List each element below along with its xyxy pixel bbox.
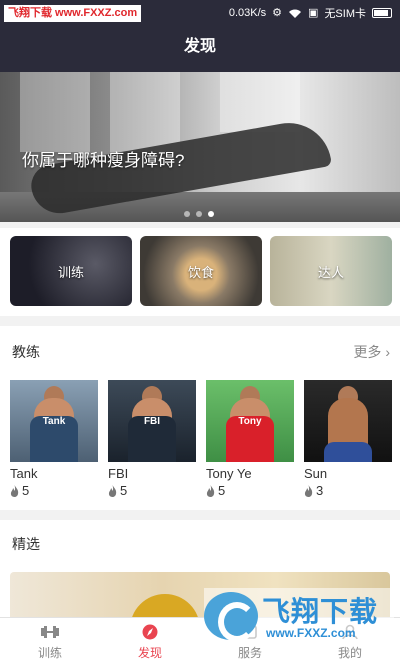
status-icons: 0.03K/s ⚙ ▣ 无SIM卡 bbox=[229, 5, 392, 21]
watermark-url: www.FXXZ.com bbox=[266, 626, 356, 640]
battery-icon bbox=[372, 8, 392, 18]
flame-icon bbox=[304, 484, 313, 497]
category-label: 达人 bbox=[317, 264, 344, 280]
carrier-label: 无SIM卡 bbox=[324, 8, 366, 20]
more-coaches-link[interactable]: 更多 › bbox=[353, 342, 390, 362]
likes-count: 5 bbox=[218, 483, 226, 498]
tab-training[interactable]: 训练 bbox=[0, 618, 100, 661]
shirt-text: FBI bbox=[143, 416, 161, 427]
coach-name: Tony Ye bbox=[206, 466, 252, 481]
section-title-coaches: 教练 bbox=[12, 344, 40, 360]
banner-title: 你属于哪种瘦身障碍? bbox=[22, 151, 185, 170]
category-label: 饮食 bbox=[187, 264, 214, 280]
page-title: 发现 bbox=[0, 26, 400, 72]
watermark-overlay: 飞翔下载 www.FXXZ.com bbox=[204, 588, 394, 644]
settings-icon: ⚙ bbox=[272, 7, 283, 19]
carousel-dot bbox=[184, 211, 190, 217]
coach-likes: 5 bbox=[108, 483, 196, 498]
tab-label: 我的 bbox=[337, 646, 362, 660]
dumbbell-icon bbox=[41, 626, 59, 638]
coach-card-fbi[interactable]: FBI FBI 5 bbox=[108, 380, 196, 498]
coach-photo: FBI bbox=[108, 380, 196, 462]
flame-icon bbox=[108, 484, 117, 497]
shirt-text: Tony bbox=[238, 416, 262, 427]
carousel-dot-active bbox=[208, 211, 214, 217]
watermark-logo bbox=[204, 592, 258, 642]
carousel-indicator bbox=[184, 211, 214, 217]
sim-icon: ▣ bbox=[308, 7, 319, 19]
flame-icon bbox=[206, 484, 215, 497]
watermark-top: 飞翔下载 www.FXXZ.com bbox=[4, 5, 142, 22]
coach-card-tony[interactable]: Tony Tony Ye 5 bbox=[206, 380, 294, 498]
shirt-text: Tank bbox=[42, 416, 66, 427]
likes-count: 5 bbox=[22, 483, 30, 498]
category-diet[interactable]: 饮食 bbox=[140, 236, 262, 306]
coach-likes: 5 bbox=[10, 483, 98, 498]
banner-carousel[interactable]: 你属于哪种瘦身障碍? bbox=[0, 72, 400, 222]
category-training[interactable]: 训练 bbox=[10, 236, 132, 306]
coach-card-tank[interactable]: Tank Tank 5 bbox=[10, 380, 98, 498]
more-label: 更多 bbox=[353, 344, 382, 360]
section-title-featured: 精选 bbox=[12, 536, 40, 552]
coach-photo bbox=[304, 380, 392, 462]
compass-icon bbox=[142, 624, 158, 640]
category-row: 训练 饮食 达人 bbox=[0, 228, 400, 316]
carousel-dot bbox=[196, 211, 202, 217]
coach-photo: Tony bbox=[206, 380, 294, 462]
status-bar: 飞翔下载 www.FXXZ.com 0.03K/s ⚙ ▣ 无SIM卡 bbox=[0, 0, 400, 26]
category-experts[interactable]: 达人 bbox=[270, 236, 392, 306]
coach-name: Tank bbox=[10, 466, 38, 481]
tab-label: 服务 bbox=[237, 646, 262, 660]
flame-icon bbox=[10, 484, 19, 497]
coach-name: FBI bbox=[108, 466, 129, 481]
coach-section: 教练 更多 › Tank Tank 5 FBI FBI 5 Tony Tony … bbox=[0, 326, 400, 510]
coach-photo: Tank bbox=[10, 380, 98, 462]
coach-name: Sun bbox=[304, 466, 328, 481]
tab-discover[interactable]: 发现 bbox=[100, 618, 200, 661]
coach-likes: 3 bbox=[304, 483, 392, 498]
chevron-right-icon: › bbox=[385, 344, 390, 360]
coach-likes: 5 bbox=[206, 483, 294, 498]
network-speed: 0.03K/s bbox=[228, 7, 267, 19]
likes-count: 3 bbox=[316, 483, 324, 498]
wifi-icon bbox=[289, 9, 302, 18]
app-screen: 飞翔下载 www.FXXZ.com 0.03K/s ⚙ ▣ 无SIM卡 发现 你… bbox=[0, 0, 400, 661]
tab-label: 发现 bbox=[137, 646, 162, 660]
likes-count: 5 bbox=[120, 483, 128, 498]
watermark-brand: 飞翔下载 bbox=[262, 596, 379, 627]
category-label: 训练 bbox=[57, 264, 84, 280]
tab-label: 训练 bbox=[37, 646, 62, 660]
coach-card-sun[interactable]: Sun 3 bbox=[304, 380, 392, 498]
